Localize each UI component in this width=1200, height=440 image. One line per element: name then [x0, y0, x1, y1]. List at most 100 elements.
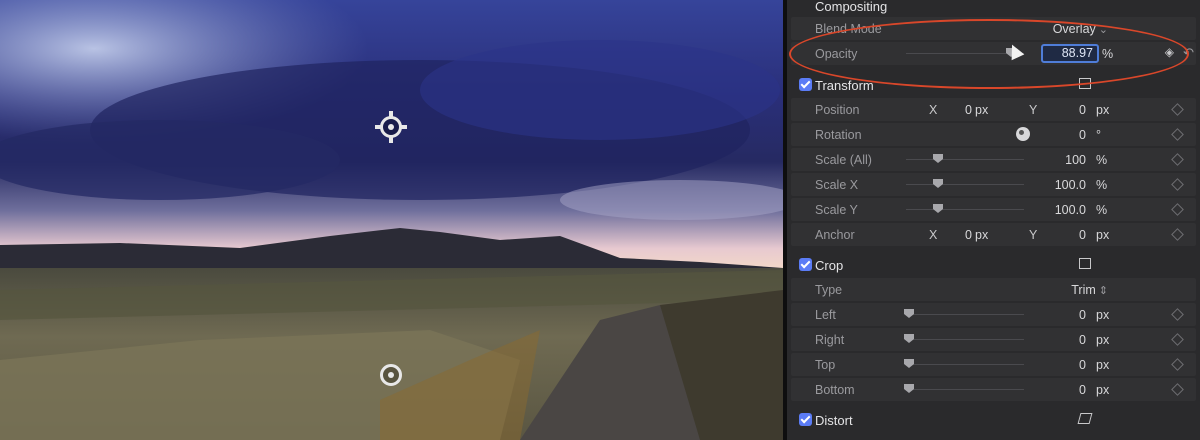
crop-left-row: Left 0 px [791, 303, 1196, 326]
scale-y-value[interactable]: 100.0 [1055, 203, 1086, 217]
crop-bottom-slider[interactable] [906, 389, 1024, 390]
keyframe-icon[interactable] [1171, 383, 1184, 396]
crop-right-unit: px [1096, 333, 1110, 347]
rotation-value[interactable]: 0 [1079, 128, 1086, 142]
rotation-label: Rotation [815, 128, 862, 142]
transform-checkbox[interactable] [799, 78, 812, 91]
crop-top-row: Top 0 px [791, 353, 1196, 376]
position-x-value[interactable]: 0 [965, 103, 972, 117]
scale-y-row: Scale Y 100.0 % [791, 198, 1196, 221]
scale-x-value[interactable]: 100.0 [1055, 178, 1086, 192]
crop-onscreen-icon[interactable] [1079, 258, 1091, 269]
position-y-unit: px [1096, 103, 1110, 117]
crop-label: Crop [815, 258, 844, 273]
opacity-unit: % [1102, 47, 1114, 61]
keyframe-icon[interactable] [1171, 178, 1184, 191]
crop-right-slider-knob[interactable] [904, 334, 914, 343]
scale-y-label: Scale Y [815, 203, 858, 217]
compositing-header[interactable]: Compositing [791, 0, 1196, 17]
opacity-value-field[interactable]: 88.97 [1041, 44, 1099, 63]
blend-mode-label: Blend Mode [815, 22, 882, 36]
scale-y-slider[interactable] [906, 209, 1024, 210]
keyframe-icon[interactable] [1171, 128, 1184, 141]
crop-left-slider-knob[interactable] [904, 309, 914, 318]
crop-checkbox[interactable] [799, 258, 812, 271]
distort-header[interactable]: Distort [791, 408, 1196, 431]
scale-all-slider[interactable] [906, 159, 1024, 160]
anchor-y-unit: px [1096, 228, 1110, 242]
keyframe-icon[interactable] [1171, 308, 1184, 321]
scale-all-slider-knob[interactable] [933, 154, 943, 163]
distort-label: Distort [815, 413, 853, 428]
crop-left-value[interactable]: 0 [1079, 308, 1086, 322]
position-label: Position [815, 103, 860, 117]
crop-top-value[interactable]: 0 [1079, 358, 1086, 372]
transform-label: Transform [815, 78, 874, 93]
position-y-value[interactable]: 0 [1079, 103, 1086, 117]
rotation-unit: ° [1096, 128, 1101, 142]
transform-onscreen-icon[interactable] [1079, 78, 1091, 89]
anchor-y-value[interactable]: 0 [1079, 228, 1086, 242]
add-keyframe-icon[interactable]: ◈ [1165, 45, 1174, 59]
distort-checkbox[interactable] [799, 413, 812, 426]
scale-all-row: Scale (All) 100 % [791, 148, 1196, 171]
anchor-y-axis: Y [1029, 228, 1038, 242]
scale-x-slider-knob[interactable] [933, 179, 943, 188]
anchor-row: Anchor X 0 px Y 0 px [791, 223, 1196, 246]
scale-x-row: Scale X 100.0 % [791, 173, 1196, 196]
transform-center-control[interactable] [380, 116, 402, 138]
keyframe-icon[interactable] [1171, 203, 1184, 216]
reset-icon[interactable]: ↶ [1183, 45, 1194, 61]
crop-left-label: Left [815, 308, 836, 322]
blend-mode-popup[interactable]: Overlay ⌄ [1053, 22, 1108, 36]
opacity-row: Opacity 88.97 % ◈ ↶ [791, 42, 1196, 65]
crop-bottom-label: Bottom [815, 383, 855, 397]
video-viewer[interactable] [0, 0, 783, 440]
anchor-x-value[interactable]: 0 [965, 228, 972, 242]
keyframe-icon[interactable] [1171, 333, 1184, 346]
blend-mode-row: Blend Mode Overlay ⌄ [791, 17, 1196, 40]
crop-left-unit: px [1096, 308, 1110, 322]
scale-y-unit: % [1096, 203, 1108, 217]
video-inspector: Compositing Blend Mode Overlay ⌄ Opacity … [787, 0, 1200, 440]
crop-type-label: Type [815, 283, 843, 297]
scale-y-slider-knob[interactable] [933, 204, 943, 213]
scale-all-value[interactable]: 100 [1065, 153, 1086, 167]
crop-right-label: Right [815, 333, 845, 347]
scale-x-slider[interactable] [906, 184, 1024, 185]
chevron-down-icon: ⌄ [1098, 24, 1108, 36]
updown-icon: ⇕ [1098, 285, 1108, 297]
scale-x-label: Scale X [815, 178, 859, 192]
crop-bottom-value[interactable]: 0 [1079, 383, 1086, 397]
keyframe-icon[interactable] [1171, 228, 1184, 241]
rotation-dial[interactable] [1016, 127, 1030, 141]
position-y-axis: Y [1029, 103, 1038, 117]
scale-all-unit: % [1096, 153, 1108, 167]
keyframe-icon[interactable] [1171, 103, 1184, 116]
crop-bottom-slider-knob[interactable] [904, 384, 914, 393]
crop-right-slider[interactable] [906, 339, 1024, 340]
position-x-unit: px [975, 103, 989, 117]
transform-header[interactable]: Transform [791, 73, 1196, 96]
anchor-control[interactable] [380, 364, 402, 386]
crop-type-popup[interactable]: Trim ⇕ [1071, 283, 1108, 297]
crop-top-slider[interactable] [906, 364, 1024, 365]
crop-right-row: Right 0 px [791, 328, 1196, 351]
scale-all-label: Scale (All) [815, 153, 872, 167]
crop-top-unit: px [1096, 358, 1110, 372]
crop-top-slider-knob[interactable] [904, 359, 914, 368]
crop-header[interactable]: Crop [791, 253, 1196, 276]
compositing-label: Compositing [815, 0, 888, 14]
distort-onscreen-icon[interactable] [1077, 413, 1093, 424]
anchor-x-unit: px [975, 228, 989, 242]
crop-left-slider[interactable] [906, 314, 1024, 315]
anchor-x-axis: X [929, 228, 938, 242]
crop-bottom-row: Bottom 0 px [791, 378, 1196, 401]
crop-bottom-unit: px [1096, 383, 1110, 397]
rotation-row: Rotation 0 ° [791, 123, 1196, 146]
keyframe-icon[interactable] [1171, 358, 1184, 371]
crop-right-value[interactable]: 0 [1079, 333, 1086, 347]
keyframe-icon[interactable] [1171, 153, 1184, 166]
scale-x-unit: % [1096, 178, 1108, 192]
position-row: Position X 0 px Y 0 px [791, 98, 1196, 121]
